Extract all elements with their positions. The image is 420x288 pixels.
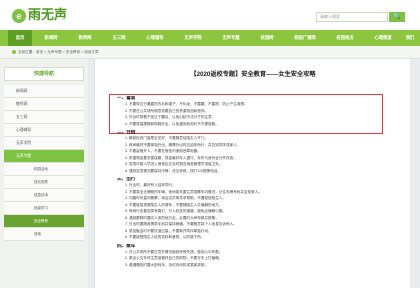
sidebar-item-news[interactable]: 新闻网 xyxy=(4,85,84,98)
article-panel: 【2020返校专题】安全教育——女生安全攻略 一、着装 1. 不要穿过分暴露的衣衫… xyxy=(94,59,410,288)
logo-text: 雨无声 xyxy=(28,8,68,23)
nav-item-campus[interactable]: 校园网 xyxy=(252,30,282,46)
nav-item-home[interactable]: 首页 xyxy=(8,30,32,46)
logo-icon: e xyxy=(12,9,26,23)
nav-item-viewpoint[interactable]: 校园视点 xyxy=(328,30,362,46)
article-line: 6. 遇到突发情况要保持冷静，设法求救，拨打110报警电话。 xyxy=(125,168,221,173)
nav-item-broadcast[interactable]: 校园广播网 xyxy=(286,30,324,46)
sidebar: 快捷导航 新闻网 教师网 五三网 心理辅导 无声学院 无声专题 校园活动 成长指… xyxy=(0,59,88,288)
sidebar-item-topics[interactable]: 无声专题 xyxy=(4,150,84,163)
article-line: 4. 贵重物品要妥善保管，现金最好存入银行，存折与身份证分开存放。 xyxy=(125,155,237,160)
nav-item-about[interactable]: 我们 xyxy=(402,30,418,46)
article-line: 2. 不要在公共场所随意炫耀自己的贵重物品和首饰。 xyxy=(125,108,209,113)
breadcrumb-text[interactable]: 当前位置：首页 > 无声专题 > 安全教育 > 阅读文章 xyxy=(18,50,99,54)
article-line: 2. 夜间最好不要单独外出，确需外出时应结伴而行，并告知同学或家人。 xyxy=(125,142,241,147)
article-line: 1. 不要穿过分暴露的衣衫和裙子，不化妆、不露腰、不露脐，防止产生误想。 xyxy=(125,102,248,106)
section-heading: 三、出行 xyxy=(117,177,136,181)
site-header: e 雨无声 网 请输入搜索 🔍 xyxy=(0,0,420,30)
article-line: 3. 外出时穿着不宜过于醒目，以免引起不法分子的注意。 xyxy=(125,115,216,119)
nav-item-wusan[interactable]: 五三网 xyxy=(104,30,134,46)
sidebar-item-it[interactable]: 信息技术 xyxy=(4,189,84,202)
breadcrumb[interactable]: 当前位置：首页 > 无声专题 > 安全教育 > 阅读文章 xyxy=(12,50,99,55)
sidebar-item-other[interactable]: 其他 xyxy=(4,228,84,241)
article-line: 1. 在公共场所不要在意外情况面前惊慌失措，做到心中有数。 xyxy=(125,249,223,254)
nav-item-topics[interactable]: 无声专题 xyxy=(214,30,248,46)
search-button[interactable]: 🔍 xyxy=(389,12,405,22)
sidebar-heading: 快捷导航 xyxy=(4,67,84,81)
article-line: 3. 问路时尽量向警察、商店店员等寻求帮助，不要轻信陌生人。 xyxy=(125,196,227,200)
sidebar-item-wusan[interactable]: 五三网 xyxy=(4,111,84,124)
article-line: 4. 不要穿高跟鞋和拖鞋外出，以免遇到危险时不方便逃跑。 xyxy=(125,121,219,126)
section-heading: 二、住宿 xyxy=(117,130,136,134)
nav-item-news[interactable]: 新闻网 xyxy=(36,30,66,46)
sidebar-item-safety[interactable]: 安全教育 xyxy=(4,215,84,228)
nav-item-academy[interactable]: 无声学院 xyxy=(176,30,210,46)
article-line: 9. 不要接受陌生人给的饮料和食物，以防被下药。 xyxy=(125,235,205,239)
article-line: 5. 发现可疑人员进入宿舍区应及时报告宿舍管理员或保卫处。 xyxy=(125,162,223,166)
article-line: 4. 不要轻易搭乘陌生人的便车，不要随陌生人去偏僻的地方。 xyxy=(125,202,223,207)
section-heading: 一、着装 xyxy=(117,96,136,100)
article-line: 2. 乘坐公交车时注意保管好自己的财物，不要在车上打瞌睡。 xyxy=(125,256,223,260)
site-logo[interactable]: e 雨无声 网 xyxy=(12,8,72,26)
nav-item-teachers[interactable]: 教师网 xyxy=(70,30,100,46)
article-line: 3. 不要留宿外人，不要在宿舍内使用违章电器。 xyxy=(125,149,201,153)
article-line: 1. 睡前检查门窗是否关好，不要随意给陌生人开门。 xyxy=(125,136,209,140)
article-line: 5. 夜间行走要选择有路灯、行人较多的道路，避免走偏僻小路。 xyxy=(125,209,227,213)
article-line: 2. 不要乘坐无牌照的车辆，夜间乘车要注意观察车内情况，记住车牌号码并告知家人。 xyxy=(125,189,262,194)
sidebar-item-growth[interactable]: 成长指导 xyxy=(4,176,84,189)
nav-item-counseling[interactable]: 心理辅导 xyxy=(138,30,172,46)
article-line: 3. 遭遇骚扰时要大胆呵斥，及时向司机或乘客求助。 xyxy=(125,262,209,267)
search-input[interactable]: 请输入搜索 xyxy=(316,12,388,22)
sidebar-item-counseling[interactable]: 心理辅导 xyxy=(4,124,84,137)
article-line: 7. 外出时要随身携带手机并保持畅通，不要随意将个人信息告诉他人。 xyxy=(125,222,237,226)
section-heading: 四、乘车 xyxy=(117,243,136,248)
sidebar-item-class[interactable]: 班级学习 xyxy=(4,202,84,215)
article-line: 1. 外出时，最好有人结伴同行。 xyxy=(125,183,176,187)
article-line: 6. 遇到跟踪时要向人多的地方走，必要时大声呼救并报警。 xyxy=(125,215,219,220)
sidebar-item-activities[interactable]: 校园活动 xyxy=(4,163,84,176)
main-nav: 首页 新闻网 教师网 五三网 心理辅导 无声学院 无声专题 校园网 校园广播网 … xyxy=(0,30,420,46)
location-icon xyxy=(12,50,16,55)
article-title: 【2020返校专题】安全教育——女生安全攻略 xyxy=(190,71,316,78)
nav-item-psychology[interactable]: 心理频道 xyxy=(366,30,400,46)
breadcrumb-bar: 当前位置：首页 > 无声专题 > 安全教育 > 阅读文章 xyxy=(0,46,420,59)
sidebar-item-academy[interactable]: 无声学院 xyxy=(4,137,84,150)
sidebar-item-teachers[interactable]: 教师网 xyxy=(4,98,84,111)
article-line: 8. 参加聚会时不要饮酒过量，不要离开同伴单独行动。 xyxy=(125,228,212,233)
logo-subtext: 网 xyxy=(62,17,66,21)
